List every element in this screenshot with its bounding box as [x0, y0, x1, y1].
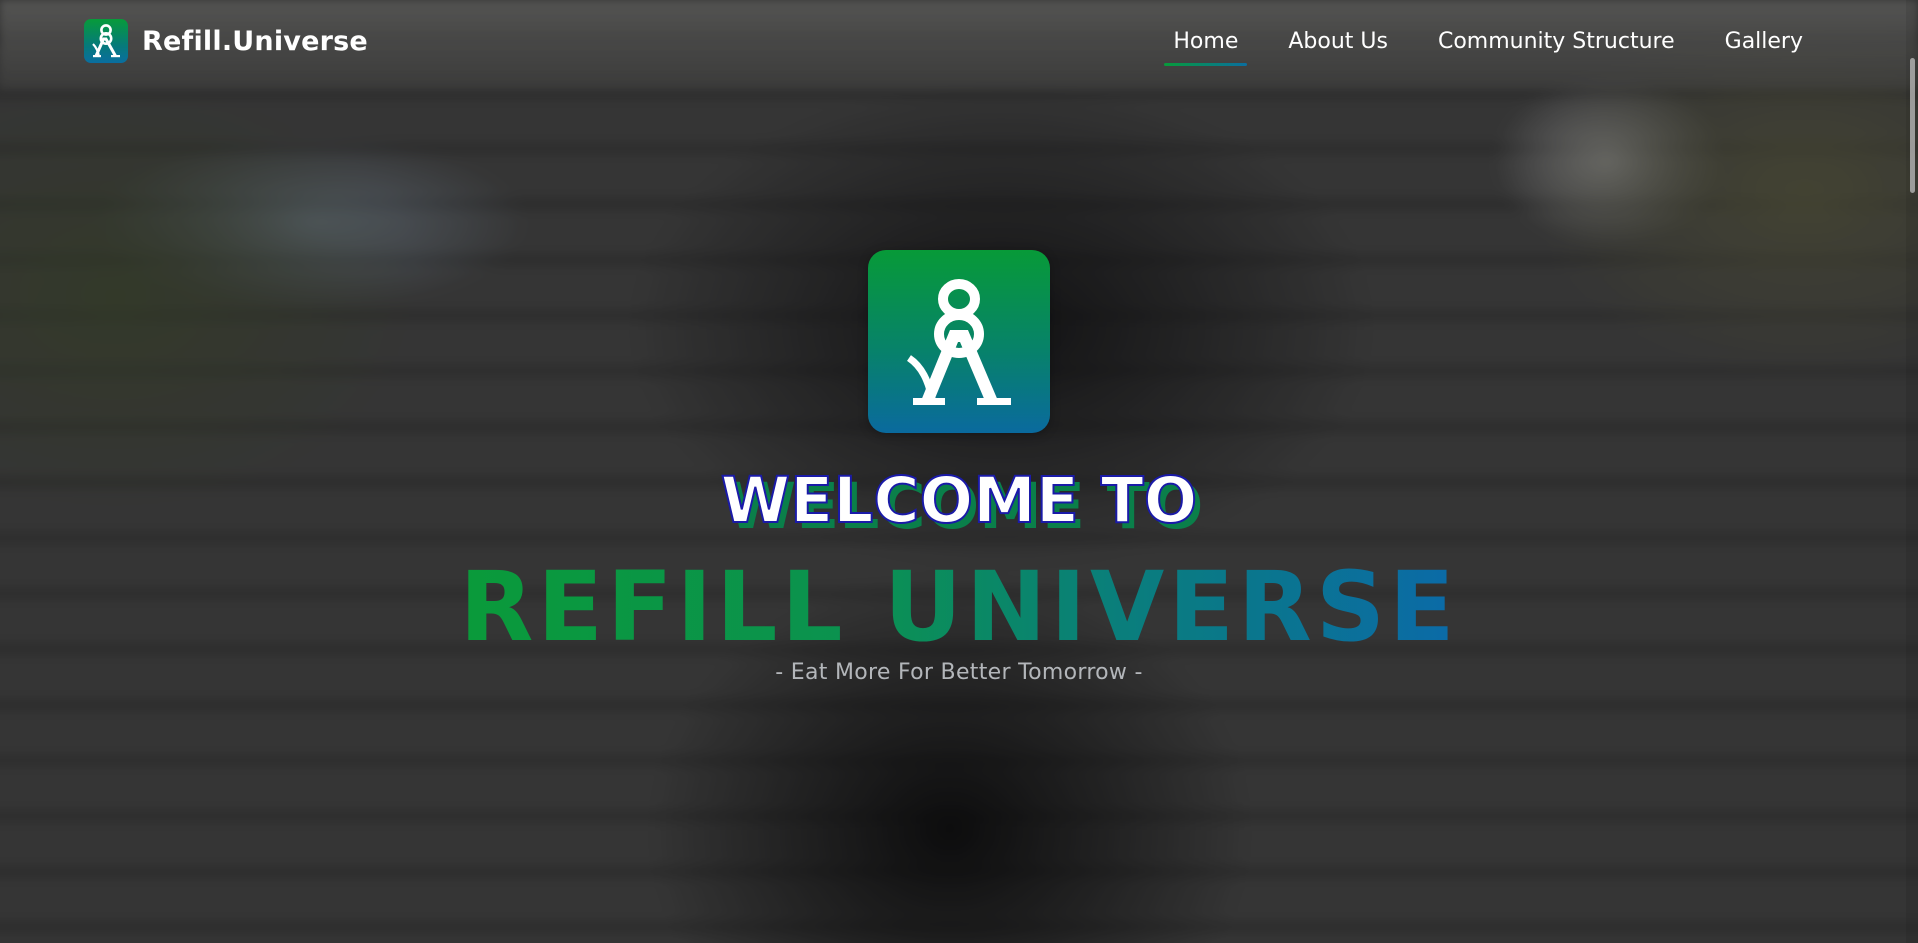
- hero-welcome-heading: WELCOME TO: [720, 463, 1199, 538]
- hero-title: REFILL UNIVERSE: [0, 548, 1918, 666]
- refill-universe-logo-icon: [84, 19, 128, 63]
- nav-community-structure[interactable]: Community Structure: [1413, 26, 1700, 66]
- scrollbar-thumb[interactable]: [1910, 58, 1915, 193]
- nav-about-us[interactable]: About Us: [1263, 26, 1413, 66]
- hero-title-text: REFILL UNIVERSE: [459, 551, 1459, 663]
- nav-gallery[interactable]: Gallery: [1700, 26, 1828, 66]
- nav-links: Home About Us Community Structure Galler…: [1148, 26, 1828, 66]
- landing-page: Refill.Universe Home About Us Community …: [0, 0, 1918, 943]
- hero-tagline: - Eat More For Better Tomorrow -: [775, 660, 1143, 685]
- nav-home[interactable]: Home: [1148, 26, 1263, 66]
- top-navbar: Refill.Universe Home About Us Community …: [0, 0, 1918, 84]
- hero-logo-icon: [868, 250, 1050, 433]
- brand-home-link[interactable]: Refill.Universe: [84, 18, 368, 64]
- page-scrollbar[interactable]: [1906, 0, 1918, 943]
- brand-name: Refill.Universe: [142, 25, 368, 57]
